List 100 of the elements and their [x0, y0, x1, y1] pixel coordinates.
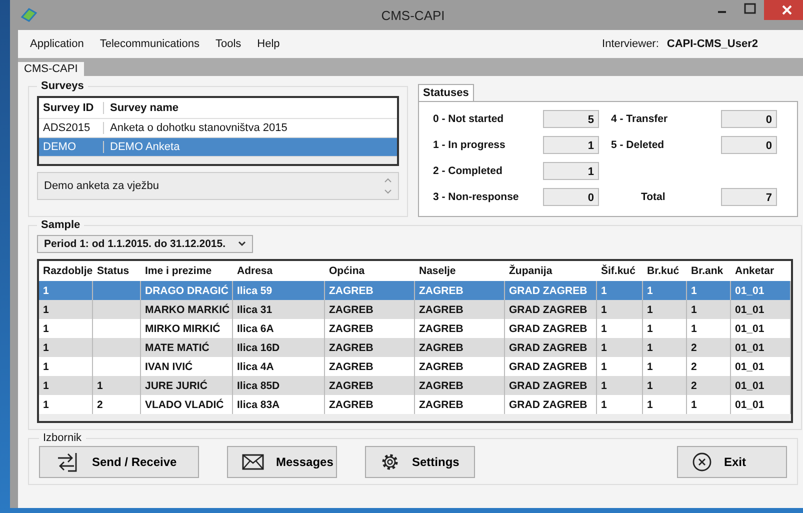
- table-cell: 01_01: [735, 284, 764, 296]
- table-cell: 01_01: [735, 342, 764, 354]
- table-cell: GRAD ZAGREB: [509, 322, 588, 334]
- group-title: Izbornik: [42, 432, 83, 444]
- status-count-field: 7: [721, 188, 777, 206]
- status-label: 1 - In progress: [433, 139, 506, 151]
- exit-button[interactable]: Exit: [677, 446, 787, 478]
- table-cell: GRAD ZAGREB: [509, 360, 588, 372]
- table-cell: MIRKO MIRKIĆ: [145, 322, 220, 334]
- table-row[interactable]: ADS2015 Anketa o dohotku stanovništva 2015: [39, 119, 397, 138]
- description-field[interactable]: Demo anketa za vježbu: [37, 172, 399, 200]
- table-cell: 1: [647, 284, 653, 296]
- table-row[interactable]: 1 1 JURE JURIĆ Ilica 85D ZAGREB ZAGREB GRAD ZAGREB 1 1 2 01_01: [39, 376, 791, 395]
- table-cell: 01_01: [735, 380, 764, 392]
- group-title: Sample: [40, 219, 82, 231]
- table-cell: ZAGREB: [329, 380, 374, 392]
- column-header[interactable]: Općina: [325, 261, 415, 281]
- table-cell: ZAGREB: [419, 304, 464, 316]
- column-header[interactable]: Županija: [505, 261, 597, 281]
- table-cell: ZAGREB: [419, 284, 464, 296]
- table-cell: Ilica 83A: [237, 398, 280, 410]
- close-icon[interactable]: [764, 0, 803, 20]
- status-label: 0 - Not started: [433, 113, 504, 125]
- menu-item[interactable]: Help: [257, 38, 280, 50]
- table-cell: 2: [97, 398, 103, 410]
- table-cell: ZAGREB: [329, 342, 374, 354]
- status-label: 5 - Deleted: [611, 139, 664, 151]
- table-cell: 1: [601, 360, 607, 372]
- table-cell: 1: [601, 322, 607, 334]
- table-cell: 2: [691, 360, 697, 372]
- table-cell: MATE MATIĆ: [145, 342, 210, 354]
- status-label: Total: [641, 191, 666, 203]
- table-cell: 1: [691, 322, 697, 334]
- close-circle-icon: [692, 452, 712, 472]
- status-count-field: 0: [543, 188, 599, 206]
- column-header[interactable]: Adresa: [233, 261, 325, 281]
- tab[interactable]: CMS-CAPI: [18, 62, 84, 76]
- table-cell: 1: [43, 342, 49, 354]
- table-cell: 2: [691, 380, 697, 392]
- table-row[interactable]: DEMO DEMO Anketa: [39, 138, 397, 157]
- table-cell: Ilica 85D: [237, 380, 280, 392]
- column-header[interactable]: Naselje: [415, 261, 505, 281]
- table-row[interactable]: 1 DRAGO DRAGIĆ Ilica 59 ZAGREB ZAGREB GRAD ZAGREB 1 1 1 01_01: [39, 281, 791, 300]
- tab[interactable]: Statuses: [418, 84, 474, 101]
- column-header[interactable]: Br.ank: [687, 261, 731, 281]
- table-cell: 1: [647, 398, 653, 410]
- table-row[interactable]: 1 MARKO MARKIĆ Ilica 31 ZAGREB ZAGREB GRAD ZAGREB 1 1 1 01_01: [39, 300, 791, 319]
- status-count-field: 0: [721, 110, 777, 128]
- table-cell: GRAD ZAGREB: [509, 398, 588, 410]
- table-cell: 1: [43, 284, 49, 296]
- table-cell: ZAGREB: [419, 342, 464, 354]
- column-header[interactable]: Razdoblje: [39, 261, 93, 281]
- table-cell: 1: [691, 284, 697, 296]
- table-cell: 01_01: [735, 304, 764, 316]
- period-dropdown[interactable]: Period 1: od 1.1.2015. do 31.12.2015.: [37, 235, 253, 253]
- settings-icon: [380, 452, 400, 472]
- table-cell: JURE JURIĆ: [145, 380, 208, 392]
- send-button[interactable]: Send / Receive: [39, 446, 199, 478]
- table-row[interactable]: 1 2 VLADO VLADIĆ Ilica 83A ZAGREB ZAGREB GRAD ZAGREB 1 1 1 01_01: [39, 395, 791, 414]
- table-cell: ZAGREB: [329, 304, 374, 316]
- caret-icon: [238, 241, 246, 247]
- table-cell-text: Anketa o dohotku stanovništva 2015: [109, 122, 288, 134]
- table-cell: MARKO MARKIĆ: [145, 304, 230, 316]
- table-row[interactable]: 1 MATE MATIĆ Ilica 16D ZAGREB ZAGREB GRAD ZAGREB 1 1 2 01_01: [39, 338, 791, 357]
- column-header[interactable]: Status: [93, 261, 141, 281]
- table-cell: 1: [647, 304, 653, 316]
- column-header[interactable]: Šif.kuć: [597, 261, 643, 281]
- column-header[interactable]: Ime i prezime: [141, 261, 233, 281]
- table-cell: GRAD ZAGREB: [509, 304, 588, 316]
- column-header[interactable]: Survey ID: [39, 102, 104, 114]
- status-count-field: 5: [543, 110, 599, 128]
- table-cell: ZAGREB: [329, 322, 374, 334]
- app-icon: [20, 7, 38, 23]
- group-title: Surveys: [40, 80, 85, 92]
- table-cell: Ilica 4A: [237, 360, 274, 372]
- table-cell: ZAGREB: [419, 380, 464, 392]
- table-cell: VLADO VLADIĆ: [145, 398, 224, 410]
- table-cell: 1: [601, 342, 607, 354]
- column-header[interactable]: Br.kuć: [643, 261, 687, 281]
- column-header[interactable]: Survey name: [104, 102, 178, 114]
- table-cell-text: DEMO Anketa: [109, 141, 180, 153]
- table-cell: ZAGREB: [419, 360, 464, 372]
- column-header[interactable]: Anketar: [731, 261, 791, 281]
- table-row[interactable]: 1 MIRKO MIRKIĆ Ilica 6A ZAGREB ZAGREB GRAD ZAGREB 1 1 1 01_01: [39, 319, 791, 338]
- table-cell: 1: [43, 380, 49, 392]
- table-cell: 1: [647, 360, 653, 372]
- status-label: 3 - Non-response: [433, 191, 519, 203]
- menu-item[interactable]: Application: [30, 38, 84, 50]
- table-row[interactable]: 1 IVAN IVIĆ Ilica 4A ZAGREB ZAGREB GRAD ZAGREB 1 1 2 01_01: [39, 357, 791, 376]
- window-title: CMS-CAPI: [380, 8, 446, 22]
- table-cell: 01_01: [735, 398, 764, 410]
- table-cell: 1: [601, 380, 607, 392]
- table-cell: DEMO: [39, 141, 104, 153]
- menu-item[interactable]: Tools: [215, 38, 242, 50]
- table-cell: 1: [43, 360, 49, 372]
- table-cell: Ilica 6A: [237, 322, 274, 334]
- messages-button[interactable]: Messages: [227, 446, 337, 478]
- settings-button[interactable]: Settings: [365, 446, 475, 478]
- menu-item[interactable]: Telecommunications: [100, 38, 200, 50]
- table-cell: 1: [691, 398, 697, 410]
